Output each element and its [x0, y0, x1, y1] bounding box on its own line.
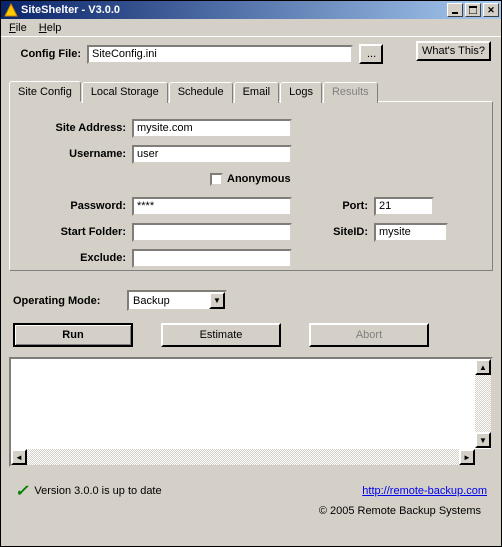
- chevron-down-icon[interactable]: ▼: [209, 292, 225, 309]
- scroll-right-icon[interactable]: ►: [459, 449, 475, 465]
- check-icon: ✓: [15, 481, 28, 501]
- window-title: SiteShelter - V3.0.0: [21, 4, 447, 16]
- version-status: Version 3.0.0 is up to date: [34, 485, 161, 497]
- tab-schedule[interactable]: Schedule: [169, 82, 233, 103]
- password-input[interactable]: [132, 197, 292, 216]
- log-textarea[interactable]: ▲ ▼ ◄ ►: [9, 357, 493, 467]
- port-input[interactable]: [374, 197, 434, 216]
- client-area: What's This? Config File: ... Site Confi…: [1, 37, 501, 546]
- app-window: SiteShelter - V3.0.0 ✕ File Help What's …: [0, 0, 502, 547]
- tab-logs[interactable]: Logs: [280, 82, 322, 103]
- menu-file[interactable]: File: [3, 21, 33, 35]
- close-button[interactable]: ✕: [483, 3, 499, 17]
- menubar: File Help: [1, 19, 501, 37]
- scroll-down-icon[interactable]: ▼: [475, 432, 491, 448]
- whats-this-button[interactable]: What's This?: [416, 41, 491, 61]
- scrollbar-horizontal[interactable]: ◄ ►: [11, 449, 475, 465]
- username-label: Username:: [20, 148, 132, 160]
- operating-mode-label: Operating Mode:: [9, 295, 127, 307]
- tab-email[interactable]: Email: [234, 82, 280, 103]
- tab-results[interactable]: Results: [323, 82, 378, 103]
- maximize-button[interactable]: [465, 3, 481, 17]
- scroll-left-icon[interactable]: ◄: [11, 449, 27, 465]
- copyright-text: © 2005 Remote Backup Systems: [9, 505, 493, 517]
- exclude-input[interactable]: [132, 249, 292, 268]
- run-button[interactable]: Run: [13, 323, 133, 347]
- browse-button[interactable]: ...: [359, 44, 383, 64]
- anonymous-label: Anonymous: [227, 173, 291, 185]
- scrollbar-vertical[interactable]: ▲ ▼: [475, 359, 491, 448]
- operating-mode-value: Backup: [129, 295, 209, 307]
- scroll-corner: [475, 449, 491, 465]
- config-file-input[interactable]: [87, 45, 353, 64]
- titlebar: SiteShelter - V3.0.0 ✕: [1, 1, 501, 19]
- site-address-label: Site Address:: [20, 122, 132, 134]
- app-icon: [4, 3, 18, 17]
- site-address-input[interactable]: [132, 119, 292, 138]
- website-link[interactable]: http://remote-backup.com: [362, 485, 487, 497]
- start-folder-input[interactable]: [132, 223, 292, 242]
- username-input[interactable]: [132, 145, 292, 164]
- tab-local-storage[interactable]: Local Storage: [82, 82, 168, 103]
- minimize-button[interactable]: [447, 3, 463, 17]
- tab-panel-site-config: Site Address: Username: Anonymous Passwo…: [9, 101, 493, 271]
- anonymous-checkbox[interactable]: [210, 173, 223, 186]
- exclude-label: Exclude:: [20, 252, 132, 264]
- scroll-up-icon[interactable]: ▲: [475, 359, 491, 375]
- operating-mode-select[interactable]: Backup ▼: [127, 290, 227, 311]
- tab-site-config[interactable]: Site Config: [9, 81, 81, 102]
- tabs: Site Config Local Storage Schedule Email…: [9, 81, 493, 102]
- siteid-label: SiteID:: [322, 226, 374, 238]
- start-folder-label: Start Folder:: [20, 226, 132, 238]
- config-file-label: Config File:: [9, 48, 87, 60]
- port-label: Port:: [322, 200, 374, 212]
- abort-button[interactable]: Abort: [309, 323, 429, 347]
- estimate-button[interactable]: Estimate: [161, 323, 281, 347]
- siteid-input[interactable]: [374, 223, 448, 242]
- menu-help[interactable]: Help: [33, 21, 68, 35]
- password-label: Password:: [20, 200, 132, 212]
